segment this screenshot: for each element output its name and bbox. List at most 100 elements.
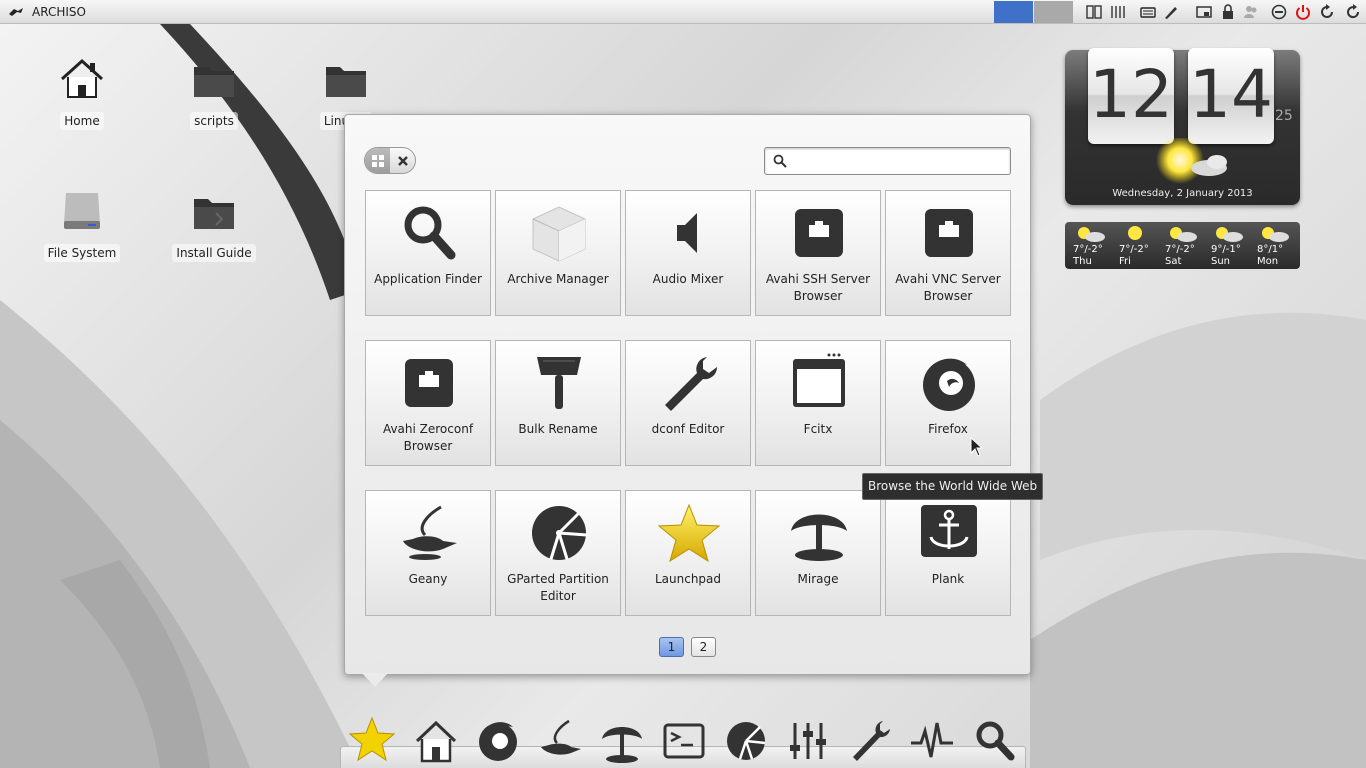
weather-day-label: Sun	[1211, 256, 1231, 267]
page-button-2[interactable]: 2	[691, 637, 716, 657]
pulse-icon	[911, 722, 953, 758]
refresh-icon[interactable]	[1345, 4, 1361, 20]
search-icon	[773, 154, 787, 168]
sun-icon	[1128, 226, 1142, 240]
close-button[interactable]	[390, 148, 415, 173]
grid-view-button[interactable]	[365, 148, 390, 173]
page-indicator: 1 2	[659, 637, 723, 657]
weather-day: 8°/1° Mon	[1249, 222, 1294, 269]
dock-mirage[interactable]	[599, 717, 645, 763]
weather-temp: 8°/1°	[1257, 244, 1284, 255]
app-tile-geany[interactable]: Geany	[365, 490, 491, 616]
app-tile-audio-mixer[interactable]: Audio Mixer	[625, 190, 751, 316]
app-tile-plank[interactable]: Plank	[885, 490, 1011, 616]
logout-icon[interactable]	[1271, 4, 1287, 20]
arch-menu-icon[interactable]	[8, 6, 24, 18]
sun-cloud-icon	[1078, 227, 1105, 242]
sun-cloud-icon	[1262, 227, 1289, 242]
palm-tree-icon	[791, 514, 847, 561]
star-icon	[657, 503, 721, 563]
display-icon[interactable]	[1196, 4, 1212, 20]
weather-temp: 9°/-1°	[1211, 244, 1241, 255]
keyboard-icon[interactable]	[1140, 4, 1156, 20]
app-tile-avahi-vnc[interactable]: Avahi VNC Server Browser	[885, 190, 1011, 316]
weather-day: 9°/-1° Sun	[1203, 222, 1248, 269]
calendar-tray-icon[interactable]	[1110, 4, 1126, 20]
wrench-icon	[853, 721, 890, 761]
desktop-icon-scripts[interactable]: scripts	[169, 55, 259, 130]
workspace-1[interactable]	[994, 1, 1033, 23]
weather-day: 7°/-2° Fri	[1111, 222, 1156, 269]
dock-geany[interactable]	[537, 717, 583, 763]
app-name: Application Finder	[374, 272, 482, 286]
dock-gparted[interactable]	[723, 717, 769, 763]
dock-mixer[interactable]	[785, 717, 831, 763]
desktop-icon-label: scripts	[190, 112, 238, 130]
network-port-icon	[925, 209, 973, 257]
palm-tree-icon	[602, 727, 642, 763]
view-toggle[interactable]	[364, 147, 416, 174]
app-tile-fcitx[interactable]: Fcitx	[755, 340, 881, 466]
workspace-2[interactable]	[1034, 1, 1073, 23]
network-port-icon	[795, 209, 843, 257]
search-box[interactable]	[764, 147, 1011, 175]
dock-firefox[interactable]	[475, 717, 521, 763]
power-icon[interactable]	[1295, 4, 1311, 20]
tooltip: Browse the World Wide Web	[862, 473, 1044, 500]
app-tile-launchpad[interactable]: Launchpad	[625, 490, 751, 616]
restart-icon[interactable]	[1319, 4, 1335, 20]
window-icon	[793, 353, 845, 407]
app-name: Fcitx	[803, 422, 833, 436]
search-input[interactable]	[791, 152, 1006, 170]
mouse-pointer	[970, 437, 984, 457]
users-icon[interactable]	[1243, 4, 1259, 20]
clock-tray-icon[interactable]	[1086, 4, 1102, 20]
app-name: dconf Editor	[651, 422, 725, 436]
dock-system-monitor[interactable]	[909, 717, 955, 763]
app-tile-mirage[interactable]: Mirage	[755, 490, 881, 616]
app-tile-dconf-editor[interactable]: dconf Editor	[625, 340, 751, 466]
clock-minutes: 14	[1188, 48, 1274, 144]
weather-day: 7°/-2° Sat	[1157, 222, 1202, 269]
folder-icon	[326, 67, 366, 97]
desktop-icon-file-system[interactable]: File System	[37, 187, 127, 262]
search-icon	[404, 206, 456, 260]
app-tile-application-finder[interactable]: Application Finder	[365, 190, 491, 316]
dock-dconf[interactable]	[847, 717, 893, 763]
app-name: Bulk Rename	[518, 422, 598, 436]
weather-day-label: Thu	[1073, 256, 1092, 267]
dock-terminal[interactable]	[661, 717, 707, 763]
weather-temp: 7°/-2°	[1165, 244, 1195, 255]
desktop-icon-home[interactable]: Home	[37, 55, 127, 130]
desktop-icon-install-guide[interactable]: Install Guide	[169, 187, 259, 262]
top-panel: ARCHISO	[0, 0, 1366, 24]
app-tile-gparted[interactable]: GParted Partition Editor	[495, 490, 621, 616]
app-name: Avahi Zeroconf Browser	[382, 422, 474, 453]
terminal-icon	[663, 723, 705, 759]
workspace-switcher[interactable]	[994, 1, 1074, 23]
dock-app-finder[interactable]	[971, 717, 1017, 763]
home-icon	[415, 720, 457, 763]
sun-cloud-icon	[1156, 138, 1227, 184]
app-name: Avahi VNC Server Browser	[895, 272, 1001, 303]
lamp-icon	[403, 505, 457, 560]
app-name: Mirage	[797, 572, 839, 586]
app-tile-bulk-rename[interactable]: Bulk Rename	[495, 340, 621, 466]
pen-icon[interactable]	[1163, 4, 1179, 20]
weather-day-label: Sat	[1165, 256, 1182, 267]
dock-launchpad[interactable]	[348, 716, 396, 762]
weather-temp: 7°/-2°	[1073, 244, 1103, 255]
app-tile-avahi-ssh[interactable]: Avahi SSH Server Browser	[755, 190, 881, 316]
search-icon	[976, 721, 1015, 761]
firefox-icon	[923, 358, 975, 411]
lock-icon[interactable]	[1220, 4, 1236, 20]
star-icon	[348, 716, 396, 762]
app-tile-firefox[interactable]: Firefox	[885, 340, 1011, 466]
page-button-1[interactable]: 1	[659, 637, 684, 657]
app-tile-avahi-zeroconf[interactable]: Avahi Zeroconf Browser	[365, 340, 491, 466]
weather-day-label: Fri	[1119, 256, 1131, 267]
box-icon	[532, 206, 586, 262]
dock-home[interactable]	[413, 717, 459, 763]
app-tile-archive-manager[interactable]: Archive Manager	[495, 190, 621, 316]
speaker-icon	[677, 213, 697, 253]
